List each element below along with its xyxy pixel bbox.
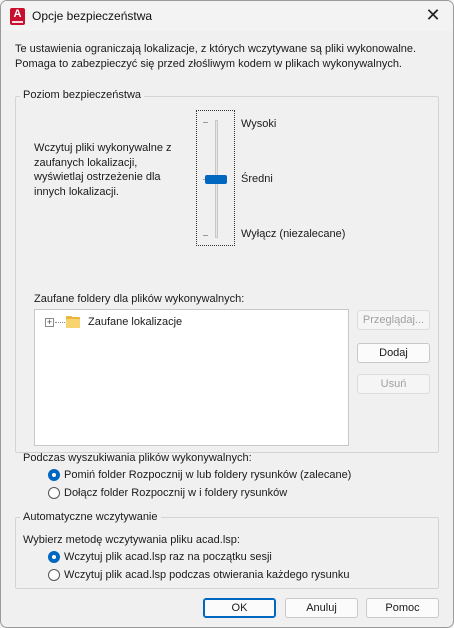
- slider-tick-off: [203, 235, 208, 236]
- radio-unchecked-icon[interactable]: [48, 487, 60, 499]
- level-label-medium: Średni: [241, 173, 273, 185]
- level-label-high: Wysoki: [241, 118, 277, 130]
- cancel-button[interactable]: Anuluj: [285, 598, 358, 618]
- security-level-slider[interactable]: [196, 110, 235, 246]
- trusted-folders-tree[interactable]: + Zaufane lokalizacje: [34, 309, 349, 446]
- radio-load-each-drawing[interactable]: Wczytuj plik acad.lsp podczas otwierania…: [48, 569, 350, 581]
- radio-checked-icon[interactable]: [48, 469, 60, 481]
- search-options-label: Podczas wyszukiwania plików wykonywalnyc…: [23, 452, 252, 464]
- browse-button[interactable]: Przeglądaj...: [357, 310, 430, 330]
- auto-load-legend: Automatyczne wczytywanie: [20, 511, 161, 523]
- radio-unchecked-icon[interactable]: [48, 569, 60, 581]
- security-level-description: Wczytuj pliki wykonywalne z zaufanych lo…: [34, 142, 172, 198]
- intro-line-1: Te ustawienia ograniczają lokalizacje, z…: [15, 43, 417, 55]
- window-title: Opcje bezpieczeństwa: [32, 9, 153, 23]
- slider-tick-high: [203, 122, 208, 123]
- auto-load-method-label: Wybierz metodę wczytywania pliku acad.ls…: [23, 534, 240, 546]
- trusted-folders-label: Zaufane foldery dla plików wykonywalnych…: [34, 293, 245, 305]
- radio-checked-icon[interactable]: [48, 551, 60, 563]
- tree-item-label: Zaufane lokalizacje: [88, 316, 183, 328]
- radio-include-start-folder[interactable]: Dołącz folder Rozpocznij w i foldery rys…: [48, 487, 287, 499]
- title-bar: A Opcje bezpieczeństwa ✕: [1, 1, 453, 31]
- tree-connector: [55, 321, 65, 323]
- slider-thumb[interactable]: [205, 175, 227, 184]
- expand-plus-icon[interactable]: +: [45, 317, 54, 327]
- close-icon[interactable]: ✕: [413, 1, 453, 31]
- security-options-dialog: A Opcje bezpieczeństwa ✕ Te ustawienia o…: [0, 0, 454, 628]
- tree-item-trusted-locations[interactable]: + Zaufane lokalizacje: [45, 313, 182, 331]
- security-level-legend: Poziom bezpieczeństwa: [20, 89, 145, 101]
- autocad-app-icon: A: [10, 8, 25, 25]
- help-button[interactable]: Pomoc: [366, 598, 439, 618]
- ok-button[interactable]: OK: [203, 598, 276, 618]
- folder-icon: [66, 316, 80, 328]
- add-button[interactable]: Dodaj: [357, 343, 430, 363]
- intro-text: Te ustawienia ograniczają lokalizacje, z…: [15, 42, 435, 71]
- remove-button[interactable]: Usuń: [357, 374, 430, 394]
- level-label-off: Wyłącz (niezalecane): [241, 228, 346, 240]
- radio-skip-start-folder[interactable]: Pomiń folder Rozpocznij w lub foldery ry…: [48, 469, 351, 481]
- intro-line-2: Pomaga to zabezpieczyć się przed złośliw…: [15, 57, 402, 70]
- radio-load-once-per-session[interactable]: Wczytuj plik acad.lsp raz na początku se…: [48, 551, 272, 563]
